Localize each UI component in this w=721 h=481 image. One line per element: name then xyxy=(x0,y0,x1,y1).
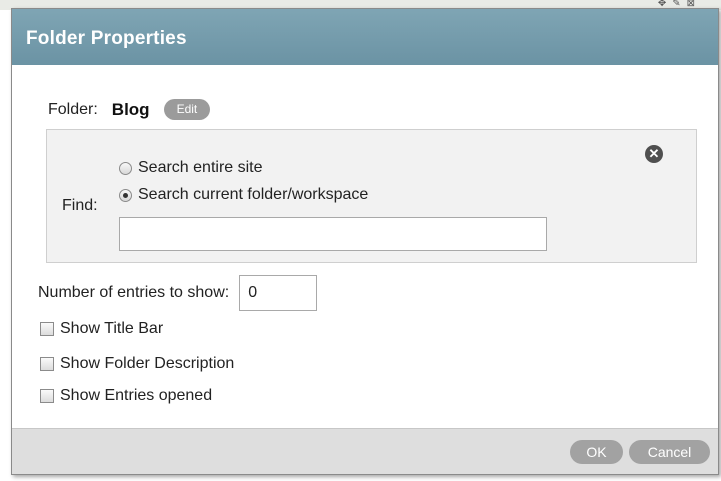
entries-row: Number of entries to show: 0 xyxy=(38,275,318,311)
folder-label: Folder: xyxy=(48,100,98,118)
entries-count-input[interactable]: 0 xyxy=(239,275,318,311)
find-label: Find: xyxy=(62,197,98,214)
radio-search-entire-site[interactable]: Search entire site xyxy=(119,159,263,177)
checkbox-show-entries-opened[interactable]: Show Entries opened xyxy=(40,387,212,405)
checkbox-show-folder-description[interactable]: Show Folder Description xyxy=(40,355,234,373)
radio-button[interactable] xyxy=(119,161,132,175)
edit-folder-button[interactable]: Edit xyxy=(163,99,211,120)
checkbox-label: Show Entries opened xyxy=(60,387,213,404)
checkbox-label: Show Title Bar xyxy=(60,320,164,337)
find-search-input[interactable] xyxy=(119,217,547,251)
checkbox[interactable] xyxy=(40,357,54,371)
dialog-footer: OK Cancel xyxy=(12,428,718,474)
radio-label: Search current folder/workspace xyxy=(138,186,369,203)
folder-properties-dialog: Folder Properties Folder: Blog Edit Find… xyxy=(11,8,719,475)
entries-label: Number of entries to show: xyxy=(38,284,230,301)
radio-label: Search entire site xyxy=(138,159,263,176)
folder-name: Blog xyxy=(111,99,150,119)
checkbox[interactable] xyxy=(40,389,54,403)
cancel-button[interactable]: Cancel xyxy=(629,440,710,464)
close-find-icon[interactable]: ✕ xyxy=(645,145,663,163)
folder-row: Folder: Blog Edit xyxy=(48,99,211,120)
radio-button-selected[interactable] xyxy=(119,188,132,202)
find-panel: Find: Search entire site Search current … xyxy=(46,129,697,263)
checkbox-show-title-bar[interactable]: Show Title Bar xyxy=(40,320,163,338)
dialog-titlebar[interactable]: Folder Properties xyxy=(12,9,718,65)
radio-search-current-folder[interactable]: Search current folder/workspace xyxy=(119,186,368,204)
ok-button[interactable]: OK xyxy=(570,440,623,464)
dialog-title: Folder Properties xyxy=(26,28,187,49)
checkbox-label: Show Folder Description xyxy=(60,355,235,372)
checkbox[interactable] xyxy=(40,322,54,336)
